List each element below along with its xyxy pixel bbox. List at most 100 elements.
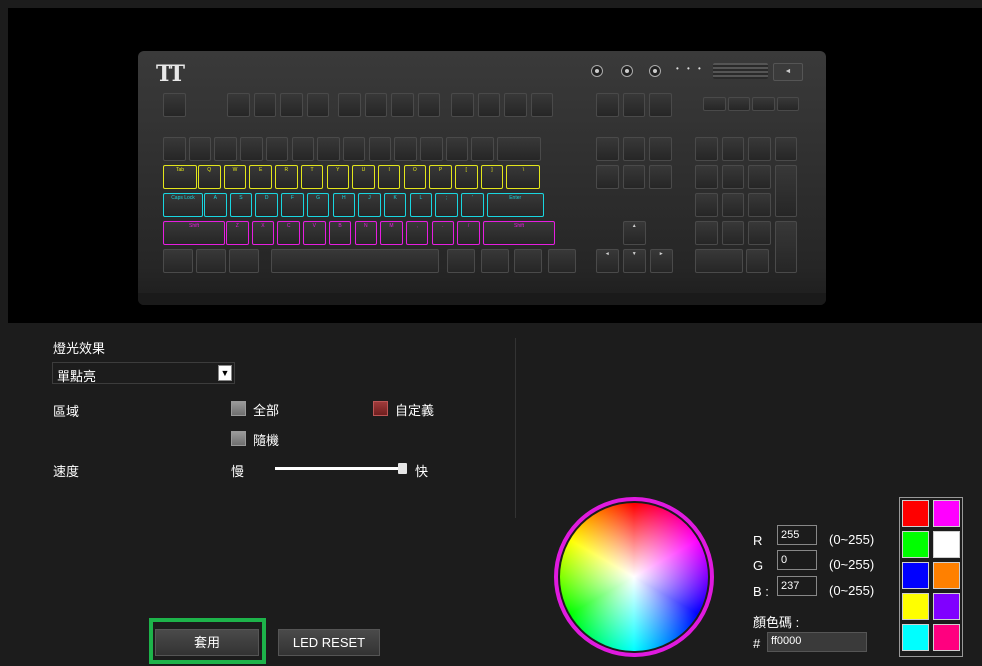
key-letter: R <box>275 165 298 189</box>
key-alt <box>229 249 259 273</box>
key-enter: Enter <box>486 193 544 217</box>
color-swatch[interactable] <box>933 500 960 527</box>
key-numpad-plus <box>774 165 797 217</box>
key-media <box>703 97 726 111</box>
key-number <box>265 137 289 161</box>
r-label: R <box>753 533 763 548</box>
color-code-label: 顏色碼 : <box>753 615 800 630</box>
key-nav <box>649 137 672 161</box>
key-numpad <box>748 193 771 217</box>
region-custom-checkbox[interactable] <box>373 401 388 416</box>
key-letter: W <box>223 165 247 189</box>
key-nav <box>622 165 645 189</box>
color-swatch[interactable] <box>933 562 960 589</box>
key-letter: Q <box>198 165 221 189</box>
color-code-input[interactable]: ff0000 <box>767 632 867 652</box>
key-letter: A <box>204 193 227 217</box>
key-number <box>163 137 186 161</box>
b-label: B : <box>753 584 769 599</box>
chevron-down-icon[interactable]: ▼ <box>218 365 232 381</box>
key-esc <box>163 93 186 117</box>
speed-slider-thumb[interactable] <box>398 463 407 474</box>
b-input[interactable]: 237 <box>777 576 817 596</box>
key-letter: K <box>383 193 407 217</box>
key-numpad <box>695 165 718 189</box>
media-button-icon <box>621 65 633 77</box>
lighting-effect-label: 燈光效果 <box>53 341 106 356</box>
key-function <box>451 93 474 117</box>
apply-button[interactable]: 套用 <box>155 629 259 656</box>
key-numpad <box>748 221 771 245</box>
color-swatch[interactable] <box>902 531 929 558</box>
key-backslash: \ <box>506 165 541 189</box>
region-label: 區域 <box>53 404 80 419</box>
speed-label: 速度 <box>53 464 80 479</box>
effect-selected-value: 單點亮 <box>57 369 97 384</box>
speed-slow-label: 慢 <box>231 464 245 479</box>
key-letter: C <box>277 221 300 245</box>
speed-slider-track[interactable] <box>275 467 402 470</box>
key-letter: L <box>409 193 433 217</box>
effect-dropdown[interactable]: 單點亮 ▼ <box>52 362 235 384</box>
hash-label: # <box>753 636 761 651</box>
color-swatch[interactable] <box>902 624 929 651</box>
color-swatch[interactable] <box>933 624 960 651</box>
region-all-checkbox[interactable] <box>231 401 246 416</box>
key-function <box>530 93 553 117</box>
key-numpad <box>695 193 718 217</box>
color-swatch[interactable] <box>902 500 929 527</box>
key-nav <box>649 165 672 189</box>
media-button-icon <box>591 65 603 77</box>
region-custom-label: 自定義 <box>395 403 435 418</box>
color-swatch[interactable] <box>902 593 929 620</box>
key-function <box>306 93 329 117</box>
key-backspace <box>497 137 542 161</box>
key-function <box>477 93 500 117</box>
key-mod <box>480 249 509 273</box>
key-number <box>291 137 314 161</box>
region-random-label: 隨機 <box>253 433 280 448</box>
thermaltake-logo: TT <box>156 61 185 87</box>
key-number <box>342 137 366 161</box>
key-system <box>596 93 619 117</box>
led-reset-button[interactable]: LED RESET <box>278 629 380 656</box>
key-letter: N <box>354 221 377 245</box>
key-number <box>368 137 392 161</box>
key-letter: ] <box>480 165 504 189</box>
key-letter: I <box>377 165 401 189</box>
r-input[interactable]: 255 <box>777 525 817 545</box>
key-letter: F <box>281 193 304 217</box>
color-swatch[interactable] <box>933 593 960 620</box>
key-numpad-enter <box>774 221 797 273</box>
key-number <box>214 137 237 161</box>
key-number <box>317 137 340 161</box>
key-system <box>649 93 672 117</box>
g-input[interactable]: 0 <box>777 550 817 570</box>
key-numpad <box>721 137 744 161</box>
color-wheel[interactable] <box>560 503 708 651</box>
color-swatch[interactable] <box>933 531 960 558</box>
key-function <box>253 93 276 117</box>
key-tab: Tab <box>163 165 197 189</box>
key-numpad <box>748 137 771 161</box>
key-media <box>776 97 799 111</box>
key-function <box>280 93 303 117</box>
speed-fast-label: 快 <box>415 464 429 479</box>
key-nav <box>596 165 619 189</box>
key-letter: H <box>332 193 355 217</box>
key-media <box>752 97 775 111</box>
region-random-checkbox[interactable] <box>231 431 246 446</box>
panel-divider <box>515 338 516 518</box>
key-numpad <box>721 193 744 217</box>
key-number <box>420 137 443 161</box>
key-letter: O <box>403 165 427 189</box>
volume-wheel <box>713 63 768 79</box>
key-arrow-left: ◄ <box>596 249 619 273</box>
key-letter: E <box>249 165 272 189</box>
g-label: G <box>753 558 764 573</box>
key-letter: P <box>429 165 452 189</box>
key-win <box>196 249 226 273</box>
key-mod <box>547 249 576 273</box>
color-swatch[interactable] <box>902 562 929 589</box>
key-arrow-down: ▼ <box>623 249 646 273</box>
